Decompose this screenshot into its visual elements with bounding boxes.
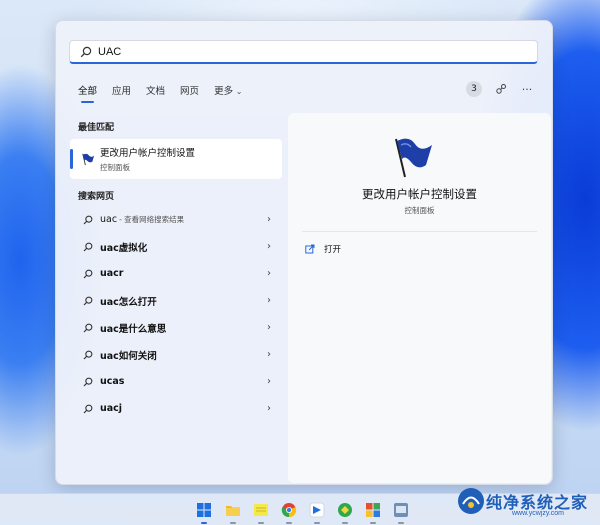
windows-start-icon[interactable]: [196, 502, 212, 518]
tab-web[interactable]: 网页: [180, 83, 199, 103]
web-result-item[interactable]: uac是什么意思 ›: [70, 314, 282, 341]
tab-more-label: 更多: [214, 86, 234, 97]
tab-documents[interactable]: 文档: [146, 83, 165, 103]
uac-flag-icon: [82, 153, 95, 166]
tab-apps[interactable]: 应用: [112, 83, 131, 103]
chevron-right-icon: ›: [267, 268, 271, 279]
notes-app-icon[interactable]: [253, 502, 269, 518]
running-indicator: [398, 522, 404, 524]
running-indicator: [286, 522, 292, 524]
chevron-right-icon: ›: [267, 403, 271, 414]
green-app-icon[interactable]: [337, 502, 353, 518]
chevron-right-icon: ›: [267, 295, 271, 306]
feishu-icon[interactable]: [309, 502, 325, 518]
web-result-label: uac如何关闭: [100, 350, 157, 362]
tab-all[interactable]: 全部: [78, 83, 97, 103]
app-icon[interactable]: [393, 502, 409, 518]
count-badge[interactable]: 3: [466, 81, 482, 97]
header-actions: 3 ···: [466, 81, 534, 97]
running-indicator: [370, 522, 376, 524]
chevron-right-icon: ›: [267, 322, 271, 333]
web-result-label: uac: [100, 214, 118, 225]
best-match-subtitle: 控制面板: [100, 163, 130, 172]
running-indicator: [314, 522, 320, 524]
web-result-item[interactable]: uacr ›: [70, 260, 282, 287]
selection-indicator: [70, 149, 73, 169]
web-result-label: uacr: [100, 268, 124, 279]
watermark-logo-icon: [458, 488, 484, 514]
photos-app-icon[interactable]: [365, 502, 381, 518]
site-watermark: 纯净系统之家 www.ycwjzy.com: [456, 486, 588, 517]
search-icon: [83, 269, 93, 278]
web-result-label: uac是什么意思: [100, 323, 167, 335]
chevron-right-icon: ›: [267, 349, 271, 360]
share-icon[interactable]: [494, 82, 508, 96]
web-result-item[interactable]: uacj ›: [70, 395, 282, 422]
search-icon: [83, 215, 93, 224]
web-results-list: uac - 查看网络搜索结果 › uac虚拟化 › uacr › uac怎么打开…: [70, 206, 282, 422]
running-indicator: [258, 522, 264, 524]
filter-tabs: 全部 应用 文档 网页 更多 ⌄: [78, 83, 257, 103]
uac-flag-icon: [395, 138, 432, 178]
search-input[interactable]: [98, 45, 498, 58]
search-icon: [83, 350, 93, 359]
divider: [302, 231, 537, 232]
best-match-item[interactable]: 更改用户帐户控制设置 控制面板: [70, 139, 282, 179]
web-result-item[interactable]: uac虚拟化 ›: [70, 233, 282, 260]
search-window: 全部 应用 文档 网页 更多 ⌄ 3 ··· 最佳匹配 更改用户帐户控制设置 控…: [55, 20, 553, 485]
more-options-button[interactable]: ···: [520, 82, 534, 96]
web-result-item[interactable]: uac怎么打开 ›: [70, 287, 282, 314]
detail-subtitle: 控制面板: [404, 206, 435, 215]
open-external-icon: [305, 244, 315, 254]
search-icon: [83, 377, 93, 386]
web-result-label: uacj: [100, 403, 123, 414]
running-indicator: [342, 522, 348, 524]
best-match-heading: 最佳匹配: [78, 123, 115, 133]
web-result-label: uac怎么打开: [100, 296, 157, 308]
chevron-right-icon: ›: [267, 241, 271, 252]
chevron-right-icon: ›: [267, 214, 271, 225]
watermark-url: www.ycwjzy.com: [512, 510, 564, 517]
web-result-item[interactable]: ucas ›: [70, 368, 282, 395]
open-button[interactable]: 打开: [305, 243, 341, 255]
detail-title: 更改用户帐户控制设置: [362, 187, 477, 201]
search-icon: [83, 296, 93, 305]
search-box[interactable]: [69, 40, 538, 64]
active-indicator: [201, 522, 207, 524]
web-result-label: ucas: [100, 376, 125, 387]
chrome-icon[interactable]: [281, 502, 297, 518]
tab-more[interactable]: 更多 ⌄: [214, 83, 242, 103]
search-icon: [83, 323, 93, 332]
open-label: 打开: [324, 245, 342, 255]
web-result-item[interactable]: uac - 查看网络搜索结果 ›: [70, 206, 282, 233]
search-icon: [83, 242, 93, 251]
best-match-title: 更改用户帐户控制设置: [100, 148, 196, 159]
chevron-down-icon: ⌄: [235, 87, 243, 96]
search-icon: [80, 46, 92, 57]
detail-pane: 更改用户帐户控制设置 控制面板 打开: [288, 113, 551, 483]
chevron-right-icon: ›: [267, 376, 271, 387]
web-result-item[interactable]: uac如何关闭 ›: [70, 341, 282, 368]
file-explorer-icon[interactable]: [225, 502, 241, 518]
web-search-heading: 搜索网页: [78, 192, 115, 202]
running-indicator: [230, 522, 236, 524]
web-result-hint: - 查看网络搜索结果: [119, 215, 185, 224]
search-icon: [83, 404, 93, 413]
web-result-label: uac虚拟化: [100, 242, 148, 254]
